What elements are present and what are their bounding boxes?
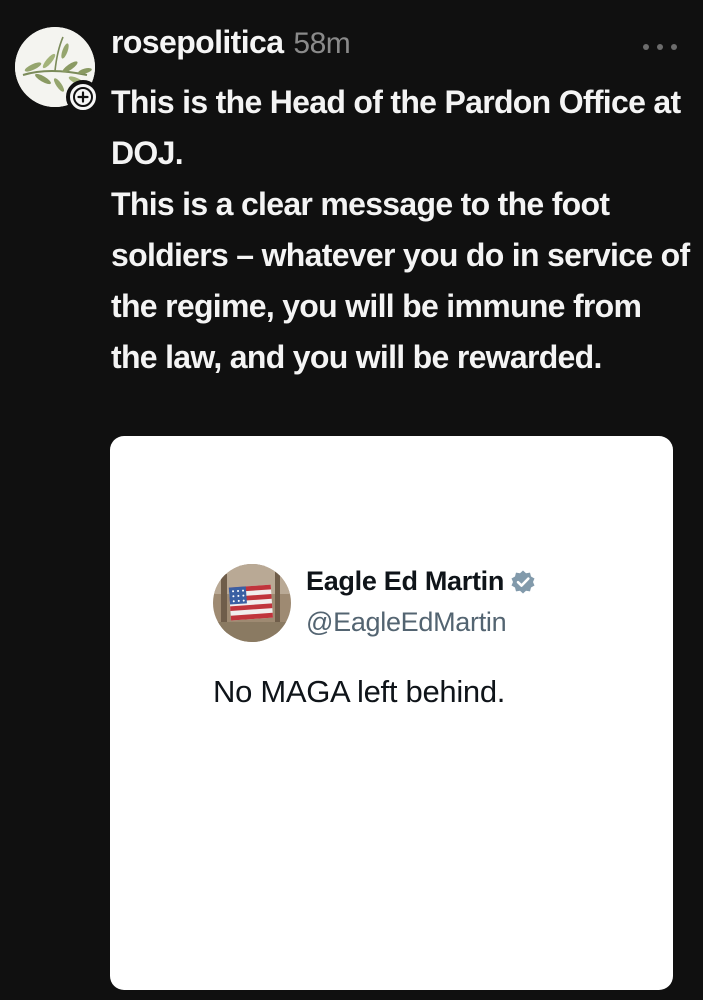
tweet-author-handle: @EagleEdMartin [306, 607, 507, 637]
follow-button[interactable] [66, 80, 100, 114]
post-body: This is the Head of the Pardon Office at… [111, 77, 691, 383]
post-text-line: This is the Head of the Pardon Office at… [111, 84, 681, 171]
tweet-avatar [213, 564, 291, 642]
thread-post: rosepolitica 58m This is the Head of the… [0, 0, 703, 1000]
verified-badge-icon [511, 570, 535, 593]
embedded-image[interactable]: Eagle Ed Martin @EagleEdMartin No MAGA l… [110, 436, 673, 990]
more-options-button[interactable] [638, 32, 682, 62]
username-link[interactable]: rosepolitica [111, 24, 284, 61]
more-horizontal-icon [643, 44, 677, 50]
tweet-text: No MAGA left behind. [213, 674, 506, 709]
plus-icon [73, 87, 93, 107]
timestamp[interactable]: 58m [293, 27, 350, 61]
tweet-author: Eagle Ed Martin [306, 566, 536, 597]
post-header: rosepolitica 58m [111, 24, 351, 61]
post-text-line: This is a clear message to the foot sold… [111, 186, 690, 375]
tweet-author-name: Eagle Ed Martin [306, 566, 505, 596]
american-flag-icon [213, 564, 291, 642]
